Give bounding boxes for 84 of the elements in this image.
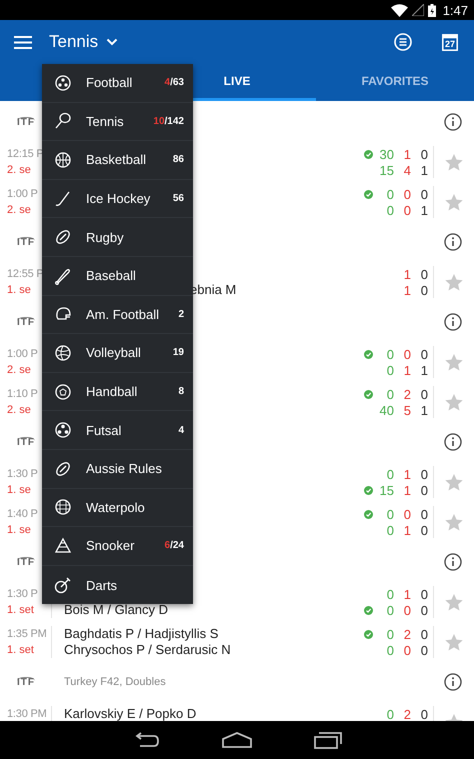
team-name: Chrysochos P / Serdarusic N bbox=[64, 642, 232, 658]
score: 0 bbox=[420, 586, 428, 602]
league-logo: ITF bbox=[17, 116, 35, 128]
score: 1 bbox=[402, 466, 411, 482]
score: 2 bbox=[402, 386, 411, 402]
match-time: 1:10 P bbox=[7, 387, 39, 402]
score: 0 bbox=[420, 346, 428, 362]
match-status: 2. se bbox=[7, 203, 32, 218]
match-time: 1:40 P bbox=[7, 507, 39, 522]
score: 0 bbox=[402, 202, 411, 218]
score: 0 bbox=[420, 522, 428, 538]
score: 1 bbox=[402, 146, 411, 162]
score: 1 bbox=[402, 266, 411, 282]
score: 0 bbox=[386, 626, 394, 642]
score: 0 bbox=[386, 506, 394, 522]
league-logo: ITF bbox=[17, 436, 35, 448]
score: 1 bbox=[420, 162, 428, 178]
score: 15 bbox=[378, 482, 394, 498]
match-time: 1:35 PM bbox=[7, 627, 48, 642]
score: 1 bbox=[402, 282, 411, 298]
score: 0 bbox=[420, 482, 428, 498]
score: 0 bbox=[420, 186, 428, 202]
score: 0 bbox=[420, 282, 428, 298]
score: 1 bbox=[402, 482, 411, 498]
score: 0 bbox=[420, 626, 428, 642]
score: 1 bbox=[420, 362, 428, 378]
score: 1 bbox=[402, 586, 411, 602]
match-status: 1. se bbox=[7, 523, 32, 538]
score: 40 bbox=[378, 402, 394, 418]
match-status: 2. se bbox=[7, 403, 32, 418]
score: 2 bbox=[402, 706, 411, 721]
score: 0 bbox=[420, 266, 428, 282]
score: 0 bbox=[386, 586, 394, 602]
score: 0 bbox=[420, 386, 428, 402]
score: 0 bbox=[402, 506, 411, 522]
score: 0 bbox=[386, 346, 394, 362]
match-status: 1. se bbox=[7, 483, 32, 498]
score: 0 bbox=[402, 642, 411, 658]
score: 0 bbox=[420, 146, 428, 162]
match-status: 1. set bbox=[7, 643, 35, 658]
score: 0 bbox=[386, 706, 394, 721]
score: 0 bbox=[386, 202, 394, 218]
score: 0 bbox=[386, 186, 394, 202]
score: 15 bbox=[378, 162, 394, 178]
match-time: 1:30 P bbox=[7, 467, 39, 482]
score: 1 bbox=[402, 522, 411, 538]
score: 0 bbox=[420, 706, 428, 721]
score: 0 bbox=[420, 602, 428, 618]
score: 1 bbox=[420, 402, 428, 418]
league-logo: ITF bbox=[17, 676, 35, 688]
league-name: Turkey F42, Doubles bbox=[64, 676, 166, 688]
league-logo: ITF bbox=[17, 316, 35, 328]
score: 0 bbox=[386, 642, 394, 658]
league-logo: ITF bbox=[17, 236, 35, 248]
score: 1 bbox=[402, 362, 411, 378]
team-name: Karlovskiy E / Popko D bbox=[64, 706, 198, 721]
score: 0 bbox=[386, 602, 394, 618]
match-time: 1:30 P bbox=[7, 587, 39, 602]
score: 0 bbox=[420, 466, 428, 482]
score: 0 bbox=[386, 386, 394, 402]
score: 30 bbox=[378, 146, 394, 162]
team-name: Bois M / Glancy D bbox=[64, 602, 170, 618]
match-status: 2. se bbox=[7, 363, 32, 378]
score: 0 bbox=[386, 522, 394, 538]
score: 0 bbox=[402, 186, 411, 202]
match-time: 1:00 P bbox=[7, 187, 39, 202]
match-status: 1. set bbox=[7, 603, 35, 618]
clock-time: 1:47 bbox=[442, 2, 468, 18]
match-status: 2. se bbox=[7, 163, 32, 178]
match-time: 1:30 PM bbox=[7, 707, 48, 721]
score: 1 bbox=[420, 202, 428, 218]
score: 0 bbox=[420, 642, 428, 658]
match-status: 1. se bbox=[7, 283, 32, 298]
score: 5 bbox=[402, 402, 411, 418]
league-logo: ITF bbox=[17, 556, 35, 568]
team-name: Baghdatis P / Hadjistyllis S bbox=[64, 626, 220, 642]
match-time: 1:00 P bbox=[7, 347, 39, 362]
score: 0 bbox=[386, 466, 394, 482]
score: 0 bbox=[420, 506, 428, 522]
score: 4 bbox=[402, 162, 411, 178]
score: 0 bbox=[402, 602, 411, 618]
score: 2 bbox=[402, 626, 411, 642]
score: 0 bbox=[386, 362, 394, 378]
score: 0 bbox=[402, 346, 411, 362]
